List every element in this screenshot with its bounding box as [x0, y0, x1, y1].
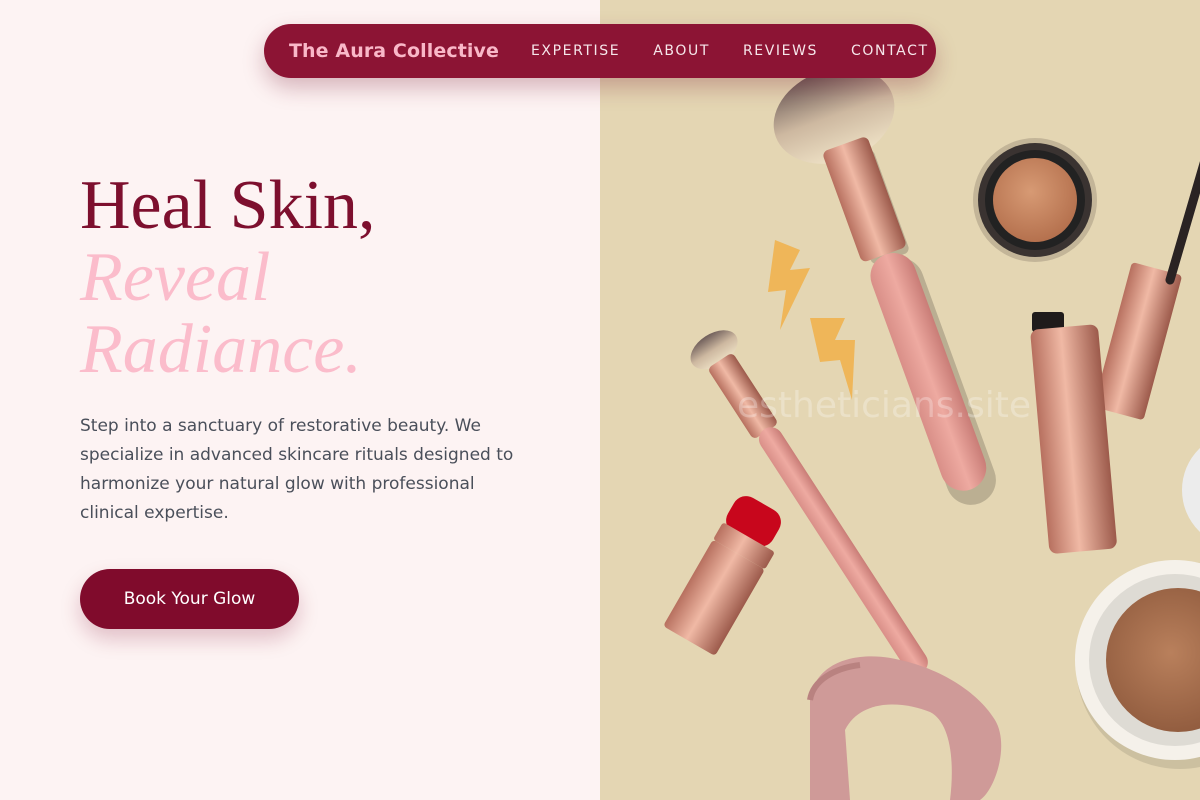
- nav-link-expertise[interactable]: EXPERTISE: [531, 43, 620, 59]
- page: estheticians.site The Aura Collective EX…: [0, 0, 1200, 800]
- hero-heading-line-3: Radiance.: [80, 311, 362, 388]
- hero-image: [600, 0, 1200, 800]
- brand-logo-link[interactable]: The Aura Collective: [289, 40, 499, 62]
- hero-heading-line-1: Heal Skin,: [80, 167, 376, 244]
- hero-heading-line-2: Reveal: [80, 239, 271, 316]
- top-navigation: The Aura Collective EXPERTISE ABOUT REVI…: [264, 24, 936, 78]
- book-your-glow-button[interactable]: Book Your Glow: [80, 569, 299, 629]
- hero-description: Step into a sanctuary of restorative bea…: [80, 416, 514, 523]
- hero-left-panel: [0, 0, 600, 800]
- nav-link-reviews[interactable]: REVIEWS: [743, 43, 818, 59]
- nav-link-contact[interactable]: CONTACT: [851, 43, 929, 59]
- nav-link-about[interactable]: ABOUT: [653, 43, 710, 59]
- makeup-flatlay-illustration: [664, 67, 1200, 800]
- hero-heading: Heal Skin, Reveal Radiance.: [80, 170, 376, 386]
- nav-links: EXPERTISE ABOUT REVIEWS CONTACT: [531, 43, 929, 59]
